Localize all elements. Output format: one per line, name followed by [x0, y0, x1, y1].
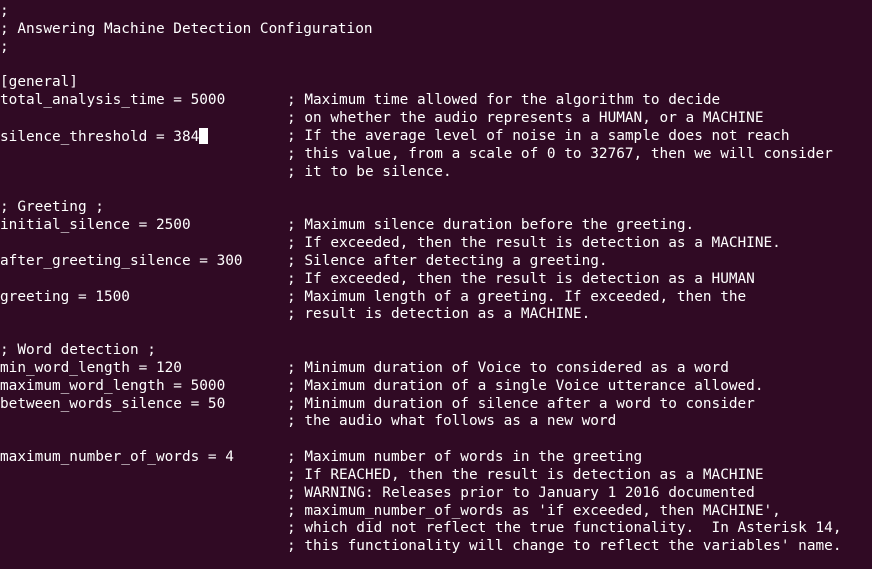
line-28: ; WARNING: Releases prior to January 1 2…	[0, 485, 872, 503]
line-comment: ; Maximum number of words in the greetin…	[287, 449, 643, 466]
line-comment: ; maximum_number_of_words as 'if exceede…	[287, 502, 781, 519]
line-code: greeting = 1500	[0, 288, 130, 305]
line-code: min_word_length = 120	[0, 359, 182, 376]
line-2: ; Answering Machine Detection Configurat…	[0, 21, 872, 39]
line-1: ;	[0, 3, 872, 21]
line-comment: ; the audio what follows as a new word	[287, 413, 617, 430]
line-19	[0, 324, 872, 342]
line-30: ; which did not reflect the true functio…	[0, 520, 872, 538]
text-cursor	[199, 127, 209, 144]
line-code: maximum_number_of_words = 4	[0, 449, 234, 466]
line-27: ; If REACHED, then the result is detecti…	[0, 467, 872, 485]
line-15: after_greeting_silence = 300 ; Silence af…	[0, 253, 872, 271]
line-14: ; If exceeded, then the result is detect…	[0, 235, 872, 253]
line-comment: ; Silence after detecting a greeting.	[287, 252, 608, 269]
line-13: initial_silence = 2500 ; Maximum silence …	[0, 217, 872, 235]
line-code: after_greeting_silence = 300	[0, 252, 243, 269]
line-comment: ; Minimum duration of silence after a wo…	[287, 395, 755, 412]
line-26: maximum_number_of_words = 4 ; Maximum num…	[0, 449, 872, 467]
line-comment: ; Maximum duration of a single Voice utt…	[287, 377, 764, 394]
line-comment: ; If exceeded, then the result is detect…	[287, 270, 755, 287]
line-21: min_word_length = 120 ; Minimum duration …	[0, 360, 872, 378]
line-4	[0, 57, 872, 75]
line-comment: ; Maximum length of a greeting. If excee…	[287, 288, 747, 305]
line-16: ; If exceeded, then the result is detect…	[0, 271, 872, 289]
line-comment: ; result is detection as a MACHINE.	[287, 306, 591, 323]
line-9: ; this value, from a scale of 0 to 32767…	[0, 146, 872, 164]
line-comment: ; If the average level of noise in a sam…	[287, 127, 790, 144]
line-3: ;	[0, 39, 872, 57]
line-code: maximum_word_length = 5000	[0, 377, 226, 394]
line-code: ; Greeting ;	[0, 199, 104, 216]
line-code-text: silence_threshold = 384	[0, 128, 200, 145]
line-code: [general]	[0, 74, 78, 91]
line-comment: ; If REACHED, then the result is detecti…	[287, 466, 764, 483]
line-31: ; this functionality will change to refl…	[0, 538, 872, 556]
line-comment: ; on whether the audio represents a HUMA…	[287, 110, 764, 127]
line-comment: ; it to be silence.	[287, 163, 452, 180]
line-comment: ; which did not reflect the true functio…	[287, 520, 842, 537]
line-11	[0, 181, 872, 199]
line-5: [general]	[0, 74, 872, 92]
line-29: ; maximum_number_of_words as 'if exceede…	[0, 503, 872, 521]
line-8: silence_threshold = 384 ; If the average …	[0, 127, 872, 146]
line-code: between_words_silence = 50	[0, 395, 226, 412]
line-comment: ; this functionality will change to refl…	[287, 538, 842, 555]
line-code: ; Word detection ;	[0, 342, 156, 359]
line-code: total_analysis_time = 5000	[0, 92, 226, 109]
line-10: ; it to be silence.	[0, 164, 872, 182]
line-comment: ; Maximum silence duration before the gr…	[287, 217, 695, 234]
line-code: initial_silence = 2500	[0, 217, 191, 234]
line-23: between_words_silence = 50 ; Minimum dura…	[0, 396, 872, 414]
line-25	[0, 431, 872, 449]
line-code: ;	[0, 38, 9, 55]
line-6: total_analysis_time = 5000 ; Maximum time…	[0, 92, 872, 110]
line-code: ; Answering Machine Detection Configurat…	[0, 20, 373, 37]
line-18: ; result is detection as a MACHINE.	[0, 306, 872, 324]
terminal-editor[interactable]: ; ; Answering Machine Detection Configur…	[0, 0, 872, 569]
line-17: greeting = 1500 ; Maximum length of a gre…	[0, 289, 872, 307]
line-20: ; Word detection ;	[0, 342, 872, 360]
line-code: ;	[0, 3, 9, 19]
line-comment: ; this value, from a scale of 0 to 32767…	[287, 145, 833, 162]
line-code-with-cursor: silence_threshold = 384	[0, 127, 287, 146]
line-comment: ; WARNING: Releases prior to January 1 2…	[287, 484, 755, 501]
line-7: ; on whether the audio represents a HUMA…	[0, 110, 872, 128]
line-22: maximum_word_length = 5000 ; Maximum dura…	[0, 378, 872, 396]
line-comment: ; If exceeded, then the result is detect…	[287, 234, 781, 251]
line-comment: ; Minimum duration of Voice to considere…	[287, 359, 729, 376]
line-12: ; Greeting ;	[0, 199, 872, 217]
line-comment: ; Maximum time allowed for the algorithm…	[287, 92, 721, 109]
line-24: ; the audio what follows as a new word	[0, 413, 872, 431]
